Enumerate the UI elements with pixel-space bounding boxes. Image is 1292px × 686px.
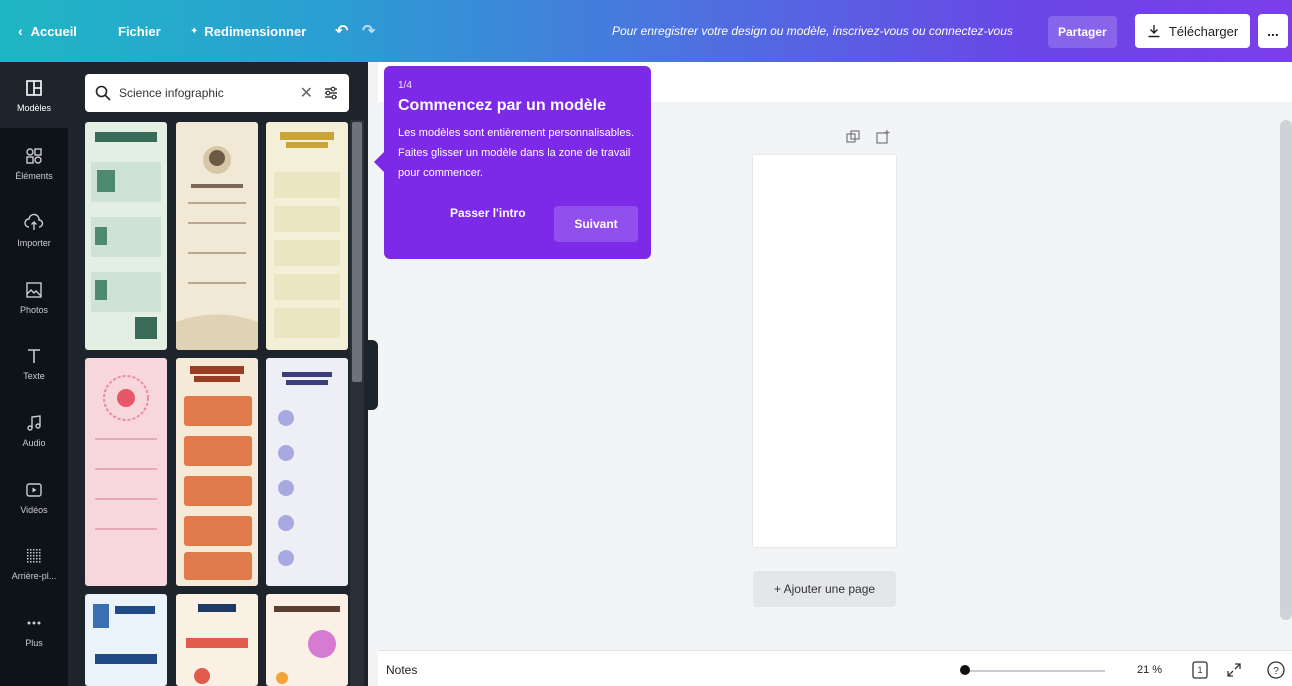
tour-title: Commencez par un modèle (398, 97, 607, 114)
resize-button[interactable]: ✦ Redimensionner (190, 0, 306, 62)
background-icon (27, 548, 41, 563)
rail-label: Plus (25, 637, 43, 648)
tour-step: 1/4 (398, 80, 412, 91)
canvas-scrollbar[interactable] (1280, 120, 1292, 620)
zoom-slider-handle[interactable] (960, 665, 970, 675)
search-icon (95, 85, 111, 101)
resize-label: Redimensionner (204, 23, 307, 39)
rail-item-more[interactable]: Plus (0, 597, 68, 663)
download-button[interactable]: Télécharger (1135, 14, 1250, 48)
add-page-icon[interactable] (876, 130, 890, 144)
template-thumbnail[interactable] (266, 122, 348, 350)
chevron-left-icon: ‹ (18, 23, 23, 39)
rail-item-background[interactable]: Arrière-pl... (0, 530, 68, 596)
duplicate-page-icon[interactable] (846, 130, 860, 144)
template-preview (95, 375, 157, 530)
template-thumbnail[interactable] (266, 594, 348, 686)
undo-icon[interactable]: ↶ (335, 0, 348, 62)
page-count-icon[interactable]: 1 (1190, 660, 1210, 680)
rail-label: Texte (23, 370, 45, 381)
template-thumbnail[interactable] (176, 358, 258, 586)
download-label: Télécharger (1168, 23, 1239, 39)
more-options-button[interactable]: ... (1258, 14, 1288, 48)
skip-intro-button[interactable]: Passer l'intro (450, 206, 526, 220)
search-value: Science infographic (119, 86, 224, 100)
svg-text:?: ? (1273, 666, 1279, 677)
template-preview (274, 132, 340, 338)
audio-icon (27, 414, 41, 431)
template-preview (186, 604, 248, 684)
rail-label: Importer (17, 237, 51, 248)
template-thumbnail[interactable] (176, 594, 258, 686)
template-preview (278, 372, 332, 566)
collapse-panel-handle[interactable] (368, 340, 378, 410)
resize-icon: ✦ (190, 25, 199, 37)
page-actions (846, 130, 890, 144)
template-preview (93, 604, 157, 664)
rail-item-upload[interactable]: Importer (0, 197, 68, 263)
templates-icon (26, 79, 42, 96)
rail-item-photos[interactable]: Photos (0, 264, 68, 330)
upload-icon (24, 213, 44, 230)
file-menu[interactable]: Fichier (118, 0, 161, 62)
template-preview (176, 146, 258, 350)
rail-item-text[interactable]: Texte (0, 330, 68, 396)
template-thumbnail[interactable] (266, 358, 348, 586)
left-rail: Modèles Éléments Importer Photos Texte A… (0, 62, 68, 686)
rail-label: Modèles (16, 102, 52, 113)
template-preview (91, 132, 161, 339)
template-preview (274, 606, 340, 684)
share-button[interactable]: Partager (1048, 16, 1117, 48)
design-page[interactable] (753, 155, 896, 547)
add-page-button[interactable]: + Ajouter une page (753, 571, 896, 607)
template-thumbnail[interactable] (85, 358, 167, 586)
zoom-slider[interactable] (965, 670, 1105, 672)
template-preview (184, 366, 252, 580)
next-button[interactable]: Suivant (554, 206, 638, 242)
top-bar: ‹ Accueil Fichier ✦ Redimensionner ↶ ↷ P… (0, 0, 1292, 62)
rail-label: Audio (22, 437, 46, 448)
rail-label: Arrière-pl... (11, 570, 57, 581)
template-thumbnail[interactable] (85, 594, 167, 686)
template-thumbnail[interactable] (85, 122, 167, 350)
rail-label: Photos (19, 304, 49, 315)
filter-icon[interactable] (323, 85, 339, 101)
video-icon (26, 482, 42, 497)
notes-button[interactable]: Notes (386, 663, 417, 677)
redo-icon[interactable]: ↷ (362, 0, 375, 62)
template-thumbnail[interactable] (176, 122, 258, 350)
photos-icon (26, 281, 42, 298)
templates-panel: Science infographic ✕ (68, 62, 368, 686)
zoom-value[interactable]: 21 % (1137, 664, 1162, 676)
elements-icon (26, 147, 42, 164)
search-input[interactable]: Science infographic ✕ (85, 74, 349, 112)
rail-label: Éléments (15, 170, 53, 181)
help-icon[interactable]: ? (1266, 660, 1286, 680)
tour-body: Les modèles sont entièrement personnalis… (398, 127, 635, 179)
download-icon (1148, 25, 1160, 38)
sign-in-notice[interactable]: Pour enregistrer votre design ou modèle,… (612, 0, 1013, 62)
text-icon (28, 348, 40, 363)
panel-scroll-thumb[interactable] (352, 122, 362, 382)
clear-search-icon[interactable]: ✕ (300, 83, 313, 103)
home-label: Accueil (30, 23, 77, 39)
onboarding-tooltip: 1/4 Commencez par un modèle Les modèles … (374, 66, 651, 259)
page-count: 1 (1197, 665, 1203, 675)
more-icon (27, 621, 41, 624)
rail-label: Vidéos (20, 504, 48, 515)
rail-item-elements[interactable]: Éléments (0, 130, 68, 196)
fullscreen-icon[interactable] (1224, 660, 1244, 680)
home-button[interactable]: ‹ Accueil (18, 0, 77, 62)
rail-item-audio[interactable]: Audio (0, 397, 68, 463)
rail-item-videos[interactable]: Vidéos (0, 464, 68, 530)
rail-item-templates[interactable]: Modèles (0, 62, 68, 128)
